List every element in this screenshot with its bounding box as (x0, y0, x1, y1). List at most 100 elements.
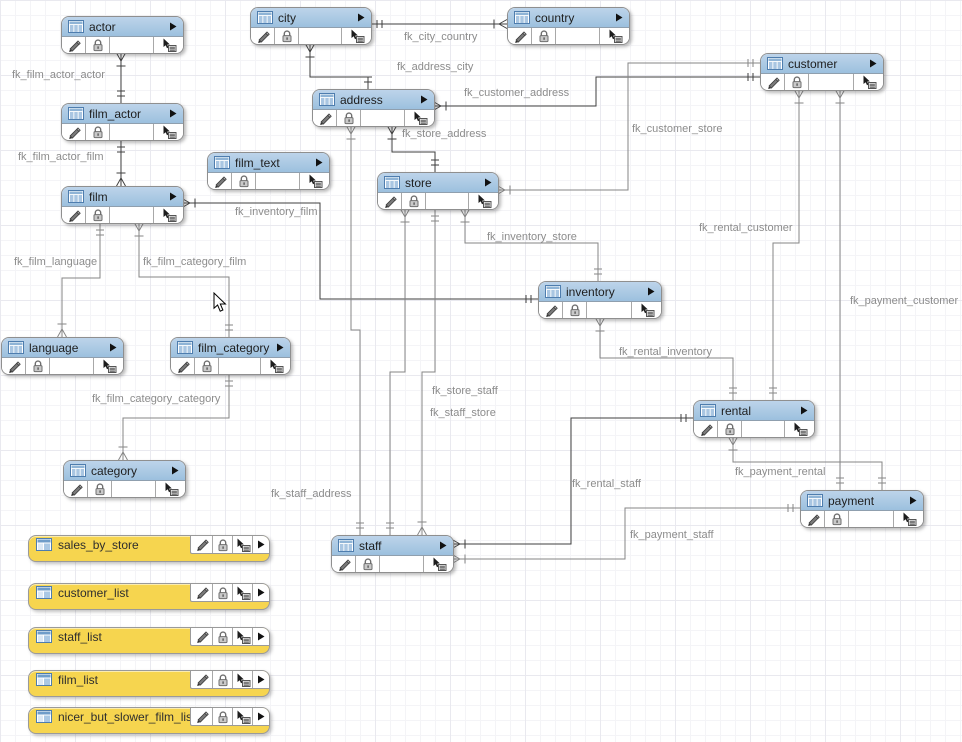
edit-pencil-icon[interactable] (191, 671, 213, 688)
context-menu-icon[interactable] (94, 358, 123, 374)
table-header[interactable]: store (378, 173, 498, 193)
view-header[interactable]: staff_list (29, 628, 190, 645)
expand-arrow-icon[interactable] (171, 466, 179, 475)
edit-pencil-icon[interactable] (761, 74, 785, 90)
table-header[interactable]: rental (694, 401, 814, 421)
relationship-fk_film_actor_film[interactable]: fk_film_actor_film (18, 140, 126, 186)
relationship-fk_film_language[interactable]: fk_film_language (14, 223, 104, 337)
edit-pencil-icon[interactable] (191, 708, 213, 725)
table-film[interactable]: film (61, 186, 184, 224)
relationship-fk_payment_customer[interactable]: fk_payment_customer (836, 90, 959, 490)
edit-pencil-icon[interactable] (539, 302, 563, 318)
lock-icon[interactable] (213, 671, 233, 688)
lock-icon[interactable] (26, 358, 50, 374)
edit-pencil-icon[interactable] (208, 173, 232, 189)
edit-pencil-icon[interactable] (694, 421, 718, 437)
context-menu-icon[interactable] (233, 671, 253, 688)
lock-icon[interactable] (785, 74, 809, 90)
edit-pencil-icon[interactable] (801, 511, 825, 527)
lock-icon[interactable] (402, 193, 426, 209)
view-header[interactable]: film_list (29, 671, 190, 688)
expand-arrow-icon[interactable] (800, 406, 808, 415)
context-menu-icon[interactable] (233, 536, 253, 553)
lock-icon[interactable] (718, 421, 742, 437)
table-header[interactable]: film_actor (62, 104, 183, 124)
relationship-fk_payment_staff[interactable]: fk_payment_staff (452, 504, 800, 564)
view-sales_by_store[interactable]: sales_by_store (28, 535, 270, 562)
context-menu-icon[interactable] (424, 556, 453, 572)
table-language[interactable]: language (1, 337, 124, 375)
expand-arrow-icon[interactable] (420, 95, 428, 104)
edit-pencil-icon[interactable] (62, 207, 86, 223)
expand-arrow-icon[interactable] (253, 708, 269, 725)
table-header[interactable]: category (64, 461, 185, 481)
context-menu-icon[interactable] (342, 28, 371, 44)
expand-arrow-icon[interactable] (909, 496, 917, 505)
context-menu-icon[interactable] (469, 193, 498, 209)
lock-icon[interactable] (86, 207, 110, 223)
table-header[interactable]: film_text (208, 153, 329, 173)
edit-pencil-icon[interactable] (191, 628, 213, 645)
expand-arrow-icon[interactable] (253, 536, 269, 553)
table-header[interactable]: customer (761, 54, 883, 74)
lock-icon[interactable] (195, 358, 219, 374)
lock-icon[interactable] (275, 28, 299, 44)
expand-arrow-icon[interactable] (357, 13, 365, 22)
relationship-fk_payment_rental[interactable]: fk_payment_rental (729, 437, 887, 490)
view-staff_list[interactable]: staff_list (28, 627, 270, 654)
table-store[interactable]: store (377, 172, 499, 210)
table-header[interactable]: film_category (171, 338, 290, 358)
table-header[interactable]: film (62, 187, 183, 207)
table-header[interactable]: language (2, 338, 123, 358)
context-menu-icon[interactable] (854, 74, 883, 90)
context-menu-icon[interactable] (785, 421, 814, 437)
table-city[interactable]: city (250, 7, 372, 45)
edit-pencil-icon[interactable] (2, 358, 26, 374)
context-menu-icon[interactable] (894, 511, 923, 527)
edit-pencil-icon[interactable] (191, 584, 213, 601)
table-header[interactable]: actor (62, 17, 183, 37)
table-header[interactable]: staff (332, 536, 453, 556)
edit-pencil-icon[interactable] (62, 124, 86, 140)
table-film_actor[interactable]: film_actor (61, 103, 184, 141)
edit-pencil-icon[interactable] (191, 536, 213, 553)
lock-icon[interactable] (213, 628, 233, 645)
table-header[interactable]: city (251, 8, 371, 28)
table-staff[interactable]: staff (331, 535, 454, 573)
expand-arrow-icon[interactable] (276, 343, 284, 352)
context-menu-icon[interactable] (156, 481, 185, 497)
expand-arrow-icon[interactable] (169, 109, 177, 118)
expand-arrow-icon[interactable] (647, 287, 655, 296)
table-actor[interactable]: actor (61, 16, 184, 54)
view-nicer_but_slower_film_list[interactable]: nicer_but_slower_film_list (28, 707, 270, 734)
view-header[interactable]: sales_by_store (29, 536, 190, 553)
context-menu-icon[interactable] (632, 302, 661, 318)
relationship-fk_customer_store[interactable]: fk_customer_store (497, 59, 760, 195)
table-rental[interactable]: rental (693, 400, 815, 438)
context-menu-icon[interactable] (154, 124, 183, 140)
context-menu-icon[interactable] (154, 37, 183, 53)
expand-arrow-icon[interactable] (253, 671, 269, 688)
expand-arrow-icon[interactable] (484, 178, 492, 187)
relationship-fk_address_city[interactable]: fk_address_city (306, 44, 474, 89)
expand-arrow-icon[interactable] (169, 192, 177, 201)
lock-icon[interactable] (213, 584, 233, 601)
lock-icon[interactable] (88, 481, 112, 497)
expand-arrow-icon[interactable] (315, 158, 323, 167)
edit-pencil-icon[interactable] (251, 28, 275, 44)
context-menu-icon[interactable] (233, 584, 253, 601)
table-payment[interactable]: payment (800, 490, 924, 528)
table-header[interactable]: country (508, 8, 629, 28)
lock-icon[interactable] (86, 124, 110, 140)
context-menu-icon[interactable] (261, 358, 290, 374)
lock-icon[interactable] (86, 37, 110, 53)
view-header[interactable]: customer_list (29, 584, 190, 601)
edit-pencil-icon[interactable] (62, 37, 86, 53)
expand-arrow-icon[interactable] (169, 22, 177, 31)
context-menu-icon[interactable] (233, 708, 253, 725)
relationship-fk_customer_address[interactable]: fk_customer_address (433, 73, 760, 111)
edit-pencil-icon[interactable] (171, 358, 195, 374)
eer-diagram-canvas[interactable]: fk_film_actor_actorfk_film_actor_filmfk_… (0, 0, 962, 742)
expand-arrow-icon[interactable] (109, 343, 117, 352)
lock-icon[interactable] (825, 511, 849, 527)
